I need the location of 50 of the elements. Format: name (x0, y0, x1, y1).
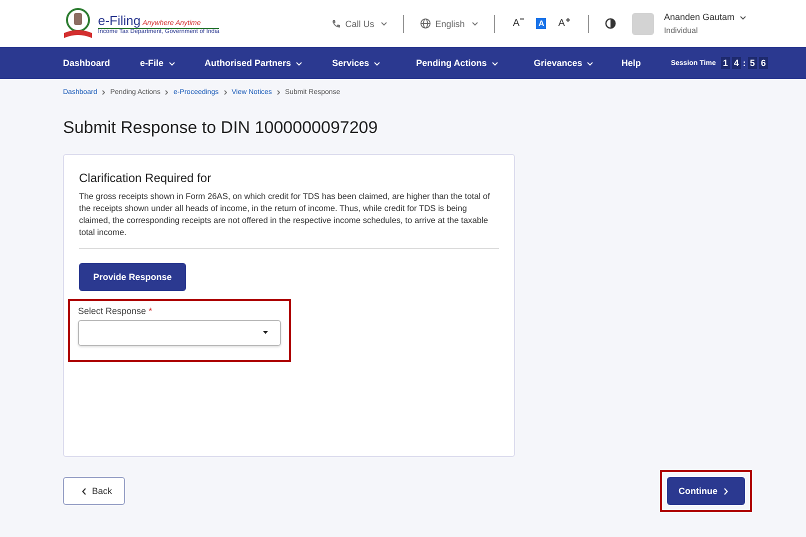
session-time-digit: : (742, 58, 746, 68)
clarification-text: The gross receipts shown in Form 26AS, on which credit for TDS has been claimed, are higher than the total of the receipts shown under all heads of income, in the return of income. Thus, while credit for TDS is being claimed, the corresponding receipts are not offered in the respective income schedules, to arrive at the taxable total income. (79, 190, 491, 238)
caret-icon (374, 62, 380, 66)
session-time-digit: 5 (748, 57, 757, 69)
language-menu[interactable]: English (420, 18, 478, 29)
nav-menu-item[interactable]: Authorised Partners (204, 58, 302, 68)
chevron-right-icon (224, 90, 227, 95)
chevron-right-icon (724, 488, 728, 496)
nav-menu-item[interactable]: Services (332, 58, 380, 68)
required-mark: * (148, 306, 152, 316)
emblem-icon (62, 6, 94, 40)
session-time-digit: 4 (732, 57, 741, 69)
caret-icon (168, 62, 175, 66)
logo-title: e-Filing (98, 12, 141, 28)
back-button[interactable]: Back (63, 477, 125, 505)
nav-menu-item[interactable]: e-File (140, 58, 175, 68)
call-us-menu[interactable]: Call Us (331, 18, 388, 28)
provide-response-button[interactable]: Provide Response (79, 263, 186, 291)
nav-menu-item[interactable]: Grievances (534, 58, 594, 68)
session-time-digit: 6 (758, 57, 768, 69)
nav-menu-item[interactable]: Pending Actions (416, 58, 498, 68)
user-name-menu[interactable]: Ananden Gautam (664, 12, 746, 22)
card-heading: Clarification Required for (79, 171, 212, 185)
chevron-right-icon (102, 90, 106, 95)
caret-icon (492, 62, 498, 66)
font-size-button[interactable]: A (510, 17, 526, 30)
caret-icon (587, 62, 594, 66)
contrast-icon[interactable] (604, 18, 616, 29)
phone-icon (331, 18, 342, 28)
user-role: Individual (664, 26, 699, 35)
minus-icon (520, 18, 524, 22)
nav-menu-item[interactable]: Dashboard (63, 58, 110, 68)
font-size-button[interactable]: A (556, 17, 572, 30)
caret-icon (381, 22, 388, 26)
nav-menu-item[interactable]: Help (621, 58, 641, 68)
select-label: Select Response (78, 306, 146, 316)
session-time-digit: 1 (720, 57, 730, 69)
caret-icon (472, 22, 478, 26)
font-size-button[interactable]: A (536, 18, 546, 29)
caret-icon (296, 62, 302, 66)
chevron-left-icon (82, 488, 86, 494)
chevron-right-icon (276, 90, 280, 95)
dropdown-arrow-icon (263, 331, 268, 334)
page-title: Submit Response to DIN 1000000097209 (63, 118, 379, 138)
chevron-right-icon (165, 90, 168, 95)
caret-icon (740, 16, 746, 20)
avatar (632, 12, 654, 34)
continue-button[interactable]: Continue (667, 477, 745, 505)
plus-icon (566, 18, 570, 22)
globe-icon (420, 18, 432, 29)
